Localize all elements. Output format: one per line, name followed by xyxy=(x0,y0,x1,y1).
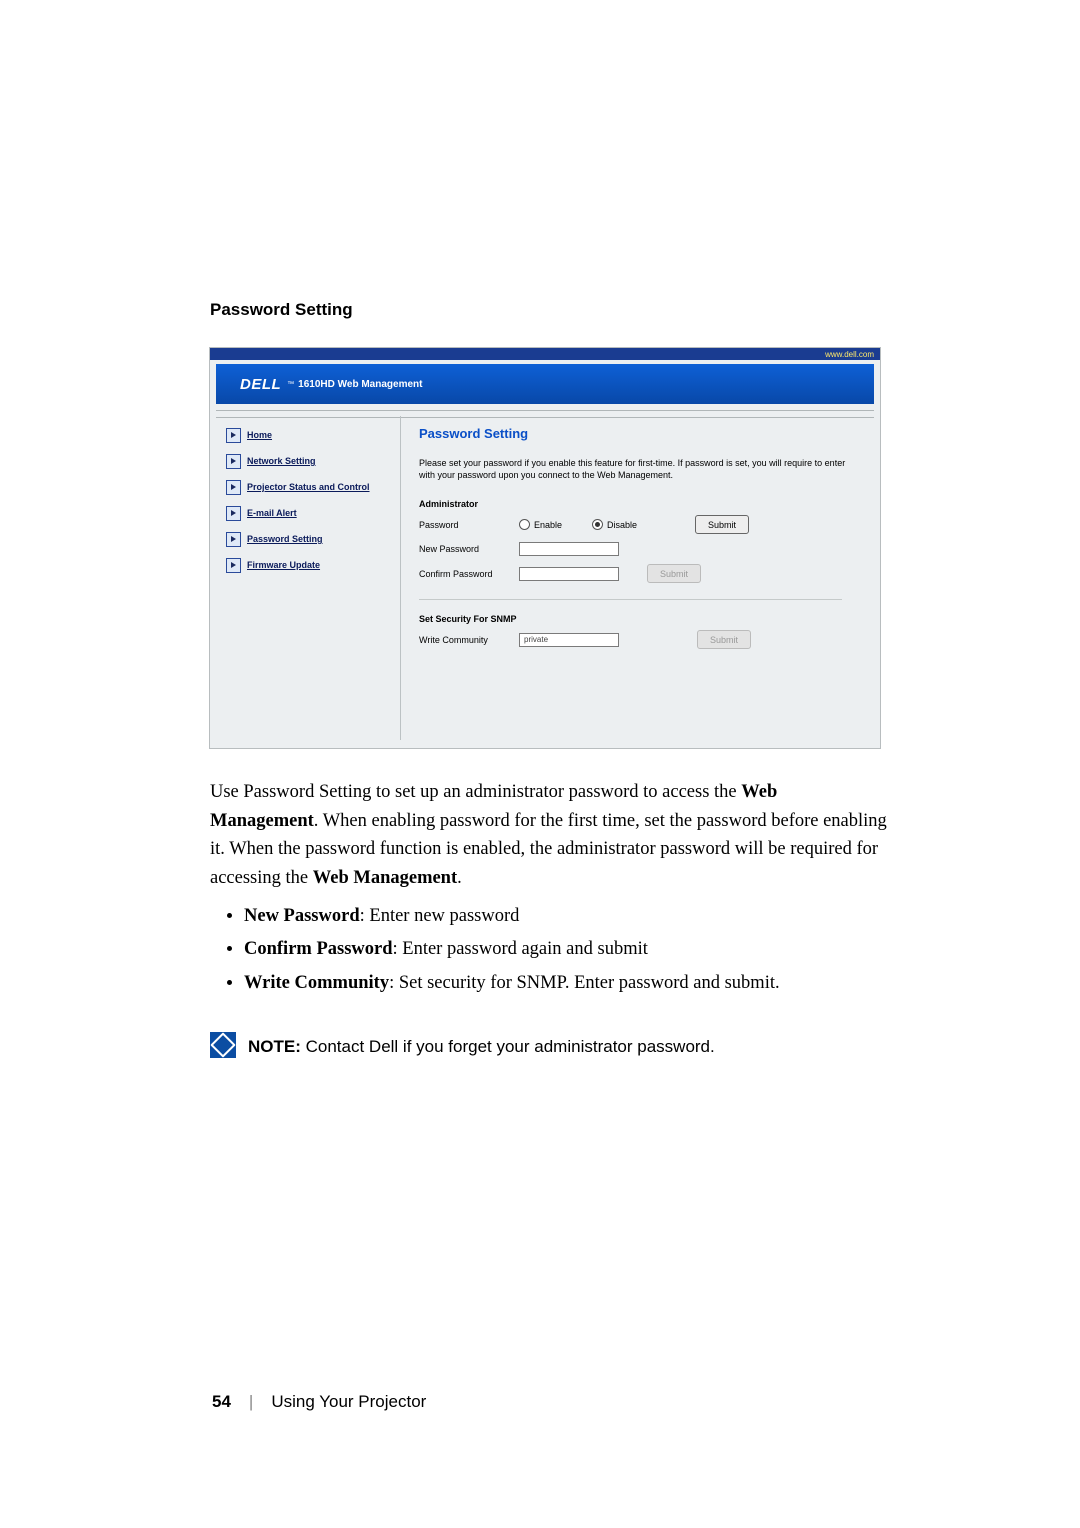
dell-logo: DELL xyxy=(240,376,281,393)
bullet-item: Write Community: Set security for SNMP. … xyxy=(244,970,890,998)
top-strip xyxy=(210,348,880,360)
note-label: NOTE: xyxy=(248,1037,301,1056)
text: : Set security for SNMP. Enter password … xyxy=(389,973,780,993)
body-text: Use Password Setting to set up an admini… xyxy=(210,778,890,998)
text-bold: Write Community xyxy=(244,973,389,993)
radio-icon xyxy=(592,519,603,530)
write-community-row: Write Community private Submit xyxy=(419,630,860,649)
page-footer: 54 | Using Your Projector xyxy=(212,1392,426,1412)
new-password-row: New Password xyxy=(419,542,860,556)
text: Use Password Setting to set up an admini… xyxy=(210,782,741,802)
password-label: Password xyxy=(419,520,519,530)
note-text: NOTE: Contact Dell if you forget your ad… xyxy=(248,1032,715,1060)
url-text: www.dell.com xyxy=(825,350,874,359)
panel-divider xyxy=(419,599,842,600)
disable-label: Disable xyxy=(607,520,637,530)
chevron-right-icon xyxy=(226,532,241,547)
sidebar-item-network[interactable]: Network Setting xyxy=(226,448,391,474)
chevron-right-icon xyxy=(226,506,241,521)
new-password-label: New Password xyxy=(419,544,519,554)
panel-title: Password Setting xyxy=(419,426,860,441)
chevron-right-icon xyxy=(226,558,241,573)
note-icon xyxy=(210,1032,236,1058)
pencil-icon xyxy=(210,1032,235,1057)
footer-section: Using Your Projector xyxy=(271,1392,426,1412)
write-community-label: Write Community xyxy=(419,635,519,645)
bullet-item: New Password: Enter new password xyxy=(244,903,890,931)
enable-radio[interactable]: Enable xyxy=(519,519,562,530)
sidebar-item-home[interactable]: Home xyxy=(226,422,391,448)
body-paragraph: Use Password Setting to set up an admini… xyxy=(210,778,890,893)
text-bold: Confirm Password xyxy=(244,939,393,959)
sidebar-item-label: Home xyxy=(247,430,272,440)
text: : Enter password again and submit xyxy=(393,939,648,959)
submit-button-disabled: Submit xyxy=(697,630,751,649)
confirm-password-label: Confirm Password xyxy=(419,569,519,579)
note-body: Contact Dell if you forget your administ… xyxy=(301,1037,715,1056)
sidebar-item-email[interactable]: E-mail Alert xyxy=(226,500,391,526)
bullet-item: Confirm Password: Enter password again a… xyxy=(244,936,890,964)
sidebar-item-label: Password Setting xyxy=(247,534,323,544)
submit-button-disabled: Submit xyxy=(647,564,701,583)
sidebar-item-password[interactable]: Password Setting xyxy=(226,526,391,552)
text: . xyxy=(457,868,462,888)
new-password-input[interactable] xyxy=(519,542,619,556)
screenshot-password-setting: www.dell.com DELL ™ 1610HD Web Managemen… xyxy=(210,348,880,748)
enable-label: Enable xyxy=(534,520,562,530)
snmp-heading: Set Security For SNMP xyxy=(419,614,860,624)
disable-radio[interactable]: Disable xyxy=(592,519,637,530)
chevron-right-icon xyxy=(226,428,241,443)
bullet-list: New Password: Enter new password Confirm… xyxy=(210,903,890,998)
radio-icon xyxy=(519,519,530,530)
text-bold: Web Management xyxy=(313,868,457,888)
sidebar-item-firmware[interactable]: Firmware Update xyxy=(226,552,391,578)
footer-divider: | xyxy=(249,1392,253,1412)
sidebar: Home Network Setting Projector Status an… xyxy=(226,422,391,578)
sidebar-item-label: Firmware Update xyxy=(247,560,320,570)
banner: DELL ™ 1610HD Web Management xyxy=(216,364,874,404)
confirm-password-row: Confirm Password Submit xyxy=(419,564,860,583)
password-enable-row: Password Enable Disable Submit xyxy=(419,515,860,534)
sidebar-item-label: E-mail Alert xyxy=(247,508,297,518)
chevron-right-icon xyxy=(226,480,241,495)
banner-title: 1610HD Web Management xyxy=(298,379,422,390)
section-heading: Password Setting xyxy=(210,300,880,320)
administrator-heading: Administrator xyxy=(419,499,860,509)
text: : Enter new password xyxy=(360,906,520,926)
sidebar-item-status[interactable]: Projector Status and Control xyxy=(226,474,391,500)
note-row: NOTE: Contact Dell if you forget your ad… xyxy=(210,1032,880,1060)
page-number: 54 xyxy=(212,1392,231,1412)
panel-description: Please set your password if you enable t… xyxy=(419,457,849,481)
write-community-input[interactable]: private xyxy=(519,633,619,647)
submit-button[interactable]: Submit xyxy=(695,515,749,534)
chevron-right-icon xyxy=(226,454,241,469)
sidebar-item-label: Network Setting xyxy=(247,456,316,466)
content-panel: Password Setting Please set your passwor… xyxy=(400,416,870,740)
text-bold: New Password xyxy=(244,906,360,926)
confirm-password-input[interactable] xyxy=(519,567,619,581)
sidebar-item-label: Projector Status and Control xyxy=(247,482,370,492)
logo-tm: ™ xyxy=(287,381,294,388)
